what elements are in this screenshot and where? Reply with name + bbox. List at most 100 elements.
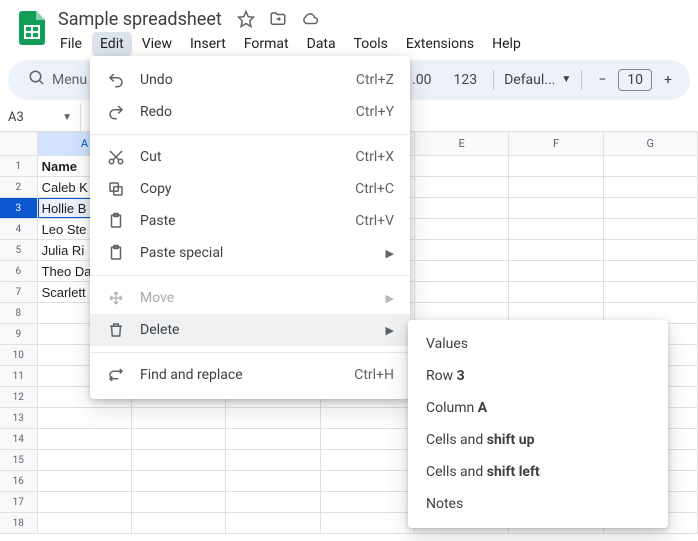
row-header[interactable]: 18 [0,513,38,533]
menu-file[interactable]: File [52,32,90,56]
menu-item-find-replace[interactable]: Find and replace Ctrl+H [90,359,410,391]
doc-title[interactable]: Sample spreadsheet [52,7,228,32]
menu-item-cut[interactable]: Cut Ctrl+X [90,141,410,173]
cell[interactable] [38,492,132,512]
row-header[interactable]: 15 [0,450,38,470]
toolbar-search[interactable]: Menu [20,65,95,95]
sheets-logo[interactable] [12,8,52,48]
cell[interactable] [226,513,320,533]
menu-insert[interactable]: Insert [182,32,234,56]
menu-extensions[interactable]: Extensions [398,32,482,56]
cell[interactable] [321,471,415,491]
cloud-status-icon[interactable] [300,9,320,29]
menu-item-paste[interactable]: Paste Ctrl+V [90,205,410,237]
decrease-font-size-button[interactable]: − [592,68,612,92]
cell[interactable] [415,240,509,260]
increase-font-size-button[interactable]: + [658,68,678,92]
menu-item-copy[interactable]: Copy Ctrl+C [90,173,410,205]
row-header[interactable]: 8 [0,303,38,323]
cell[interactable] [321,492,415,512]
cell[interactable] [132,492,226,512]
cell[interactable] [132,429,226,449]
cell[interactable] [604,219,698,239]
cell[interactable] [509,156,603,176]
menu-tools[interactable]: Tools [346,32,396,56]
row-header[interactable]: 17 [0,492,38,512]
cell[interactable] [604,198,698,218]
cell[interactable] [132,408,226,428]
cell[interactable] [604,240,698,260]
row-header[interactable]: 4 [0,219,38,239]
row-header[interactable]: 14 [0,429,38,449]
menu-item-redo[interactable]: Redo Ctrl+Y [90,96,410,128]
col-header-g[interactable]: G [604,132,698,155]
menu-data[interactable]: Data [299,32,344,56]
row-header[interactable]: 16 [0,471,38,491]
cell[interactable] [38,513,132,533]
menu-item-undo[interactable]: Undo Ctrl+Z [90,64,410,96]
row-header[interactable]: 3 [0,198,38,218]
row-header[interactable]: 5 [0,240,38,260]
row-header[interactable]: 12 [0,387,38,407]
cell[interactable] [38,429,132,449]
row-header[interactable]: 13 [0,408,38,428]
submenu-item-shift-up[interactable]: Cells and shift up [408,424,668,456]
cell[interactable] [38,408,132,428]
cell[interactable] [415,261,509,281]
row-header[interactable]: 10 [0,345,38,365]
row-header[interactable]: 7 [0,282,38,302]
cell[interactable] [226,408,320,428]
row-header[interactable]: 9 [0,324,38,344]
submenu-item-values[interactable]: Values [408,328,668,360]
col-header-e[interactable]: E [415,132,509,155]
menu-format[interactable]: Format [236,32,297,56]
row-header[interactable]: 2 [0,177,38,197]
cell[interactable] [415,198,509,218]
submenu-item-shift-left[interactable]: Cells and shift left [408,456,668,488]
cell[interactable] [415,156,509,176]
cell[interactable] [509,177,603,197]
cell[interactable] [604,261,698,281]
menu-item-paste-special[interactable]: Paste special ▶ [90,237,410,269]
menu-view[interactable]: View [134,32,180,56]
submenu-item-notes[interactable]: Notes [408,488,668,520]
star-icon[interactable] [236,9,256,29]
cell[interactable] [415,282,509,302]
cell[interactable] [509,240,603,260]
cell[interactable] [226,429,320,449]
cell[interactable] [604,282,698,302]
menu-edit[interactable]: Edit [92,32,132,56]
cell[interactable] [132,450,226,470]
row-header[interactable]: 6 [0,261,38,281]
cell[interactable] [509,198,603,218]
cell[interactable] [509,282,603,302]
cell[interactable] [321,513,415,533]
cell[interactable] [38,471,132,491]
cell[interactable] [226,471,320,491]
move-folder-icon[interactable] [268,9,288,29]
cell[interactable] [321,408,415,428]
select-all-corner[interactable] [0,132,38,155]
row-header[interactable]: 1 [0,156,38,176]
number-format-button[interactable]: 123 [447,68,483,92]
cell[interactable] [604,156,698,176]
cell[interactable] [226,492,320,512]
font-size-input[interactable]: 10 [618,69,652,91]
cell[interactable] [415,177,509,197]
cell[interactable] [321,450,415,470]
name-box[interactable]: A3 ▼ [0,110,80,125]
col-header-f[interactable]: F [509,132,603,155]
cell[interactable] [226,450,320,470]
cell[interactable] [509,261,603,281]
cell[interactable] [509,219,603,239]
cell[interactable] [38,450,132,470]
font-family-selector[interactable]: Defaul... ▼ [504,72,571,88]
cell[interactable] [132,471,226,491]
cell[interactable] [415,219,509,239]
menu-help[interactable]: Help [484,32,529,56]
cell[interactable] [604,177,698,197]
cell[interactable] [321,429,415,449]
submenu-item-column[interactable]: Column A [408,392,668,424]
row-header[interactable]: 11 [0,366,38,386]
submenu-item-row[interactable]: Row 3 [408,360,668,392]
